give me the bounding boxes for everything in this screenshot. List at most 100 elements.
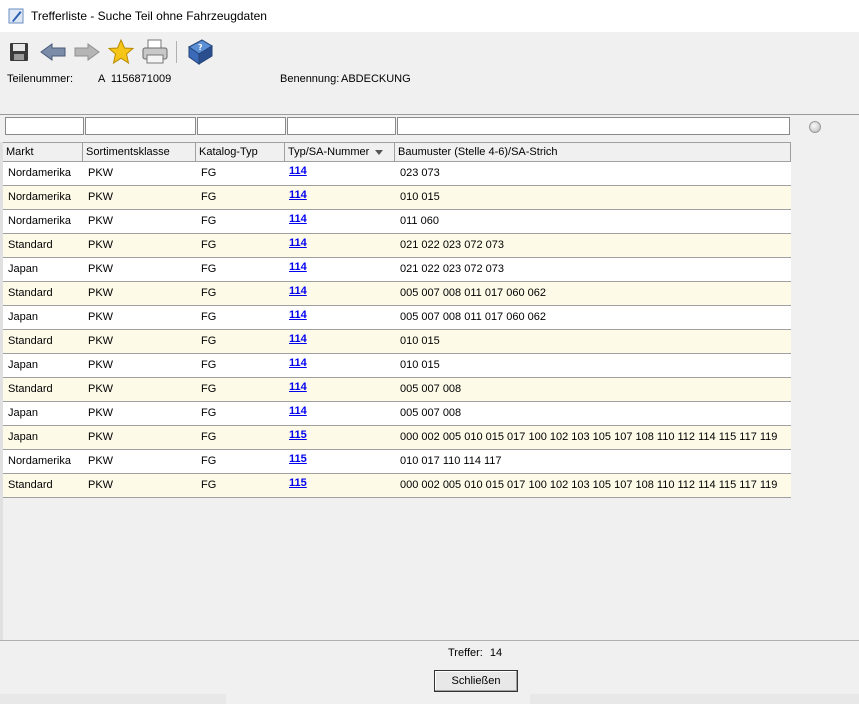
benennung-label: Benennung: — [280, 73, 340, 85]
table-row[interactable]: Japan PKW FG 114 005 007 008 011 017 060 062 — [3, 306, 791, 330]
cell-katalog-typ: FG — [201, 335, 217, 347]
cell-markt: Japan — [8, 407, 38, 419]
cell-markt: Standard — [8, 335, 53, 347]
cell-sortimentsklasse: PKW — [88, 383, 114, 395]
cell-sortimentsklasse: PKW — [88, 479, 114, 491]
cell-markt: Nordamerika — [8, 215, 71, 227]
typ-sa-number-link[interactable]: 114 — [285, 186, 395, 209]
toolbar-separator — [176, 41, 177, 63]
table-row[interactable]: Nordamerika PKW FG 114 011 060 — [3, 210, 791, 234]
cell-sortimentsklasse: PKW — [88, 215, 114, 227]
typ-sa-number-link[interactable]: 114 — [285, 258, 395, 281]
filter-baumuster-input[interactable] — [397, 117, 790, 135]
cell-baumuster: 023 073 — [400, 167, 440, 179]
window-title: Trefferliste - Suche Teil ohne Fahrzeugd… — [31, 9, 267, 23]
teilenummer-value: A 1156871009 — [98, 73, 172, 85]
cell-baumuster: 010 017 110 114 117 — [400, 455, 502, 467]
filter-markt-input[interactable] — [5, 117, 84, 135]
back-arrow-icon — [40, 43, 66, 61]
cell-sortimentsklasse: PKW — [88, 359, 114, 371]
save-button[interactable] — [4, 37, 34, 67]
filter-status-indicator[interactable] — [809, 121, 821, 133]
help-button[interactable]: ? — [185, 37, 215, 67]
cell-katalog-typ: FG — [201, 431, 217, 443]
cell-markt: Japan — [8, 311, 38, 323]
typ-sa-number-link[interactable]: 114 — [285, 402, 395, 425]
cell-baumuster: 000 002 005 010 015 017 100 102 103 105 … — [400, 479, 778, 491]
cell-markt: Japan — [8, 431, 38, 443]
typ-sa-number-link[interactable]: 115 — [285, 426, 395, 449]
typ-sa-number-link[interactable]: 114 — [285, 282, 395, 305]
cell-markt: Japan — [8, 263, 38, 275]
typ-sa-number-link[interactable]: 114 — [285, 306, 395, 329]
cell-markt: Nordamerika — [8, 167, 71, 179]
cell-katalog-typ: FG — [201, 479, 217, 491]
cell-baumuster: 010 015 — [400, 191, 440, 203]
table-row[interactable]: Standard PKW FG 115 000 002 005 010 015 017 … — [3, 474, 791, 498]
table-row[interactable]: Standard PKW FG 114 005 007 008 011 017 060 … — [3, 282, 791, 306]
typ-sa-number-link[interactable]: 114 — [285, 378, 395, 401]
close-button[interactable]: Schließen — [434, 670, 518, 692]
cell-sortimentsklasse: PKW — [88, 239, 114, 251]
cell-katalog-typ: FG — [201, 263, 217, 275]
forward-button[interactable] — [72, 37, 102, 67]
cell-baumuster: 010 015 — [400, 359, 440, 371]
table-row[interactable]: Japan PKW FG 114 021 022 023 072 073 — [3, 258, 791, 282]
table-row[interactable]: Standard PKW FG 114 021 022 023 072 073 — [3, 234, 791, 258]
cell-sortimentsklasse: PKW — [88, 455, 114, 467]
cell-markt: Standard — [8, 239, 53, 251]
forward-arrow-icon — [74, 43, 100, 61]
table-row[interactable]: Standard PKW FG 114 010 015 — [3, 330, 791, 354]
results-table: Markt Sortimentsklasse Katalog-Typ Typ/S… — [3, 142, 791, 498]
cell-katalog-typ: FG — [201, 407, 217, 419]
typ-sa-number-link[interactable]: 114 — [285, 330, 395, 353]
column-header-sortimentsklasse[interactable]: Sortimentsklasse — [83, 143, 196, 161]
table-header: Markt Sortimentsklasse Katalog-Typ Typ/S… — [3, 142, 791, 162]
cell-baumuster: 000 002 005 010 015 017 100 102 103 105 … — [400, 431, 778, 443]
cell-markt: Standard — [8, 383, 53, 395]
back-button[interactable] — [38, 37, 68, 67]
column-header-katalog-typ[interactable]: Katalog-Typ — [196, 143, 285, 161]
cell-markt: Standard — [8, 287, 53, 299]
typ-sa-number-link[interactable]: 114 — [285, 234, 395, 257]
table-row[interactable]: Japan PKW FG 114 010 015 — [3, 354, 791, 378]
table-row[interactable]: Nordamerika PKW FG 115 010 017 110 114 117 — [3, 450, 791, 474]
cell-baumuster: 005 007 008 — [400, 383, 462, 395]
cell-sortimentsklasse: PKW — [88, 263, 114, 275]
typ-sa-number-link[interactable]: 115 — [285, 450, 395, 473]
cell-baumuster: 011 060 — [400, 215, 439, 227]
filter-katalog-typ-input[interactable] — [197, 117, 286, 135]
background-window-strip — [0, 694, 226, 704]
cell-katalog-typ: FG — [201, 359, 217, 371]
column-header-baumuster[interactable]: Baumuster (Stelle 4-6)/SA-Strich — [395, 143, 791, 161]
cell-markt: Japan — [8, 359, 38, 371]
typ-sa-number-link[interactable]: 114 — [285, 162, 395, 185]
cell-katalog-typ: FG — [201, 215, 217, 227]
cell-baumuster: 021 022 023 072 073 — [400, 239, 504, 251]
typ-sa-number-link[interactable]: 115 — [285, 474, 395, 497]
filter-typ-sa-input[interactable] — [287, 117, 396, 135]
column-header-markt[interactable]: Markt — [3, 143, 83, 161]
cell-sortimentsklasse: PKW — [88, 407, 114, 419]
table-row[interactable]: Japan PKW FG 114 005 007 008 — [3, 402, 791, 426]
column-header-typ-sa-nummer[interactable]: Typ/SA-Nummer — [285, 143, 395, 161]
table-row[interactable]: Nordamerika PKW FG 114 010 015 — [3, 186, 791, 210]
cell-baumuster: 005 007 008 011 017 060 062 — [400, 287, 546, 299]
sort-descending-icon — [375, 149, 384, 155]
svg-text:?: ? — [198, 43, 203, 52]
cell-baumuster: 010 015 — [400, 335, 440, 347]
cell-markt: Nordamerika — [8, 455, 71, 467]
table-row[interactable]: Standard PKW FG 114 005 007 008 — [3, 378, 791, 402]
favorite-button[interactable] — [106, 37, 136, 67]
table-row[interactable]: Japan PKW FG 115 000 002 005 010 015 017 100… — [3, 426, 791, 450]
footer-divider — [0, 640, 859, 641]
print-button[interactable] — [140, 37, 170, 67]
typ-sa-number-link[interactable]: 114 — [285, 210, 395, 233]
table-row[interactable]: Nordamerika PKW FG 114 023 073 — [3, 162, 791, 186]
filter-sortimentsklasse-input[interactable] — [85, 117, 196, 135]
typ-sa-number-link[interactable]: 114 — [285, 354, 395, 377]
hits-value: 14 — [489, 647, 503, 659]
cell-katalog-typ: FG — [201, 191, 217, 203]
cell-katalog-typ: FG — [201, 239, 217, 251]
save-icon — [10, 43, 28, 61]
